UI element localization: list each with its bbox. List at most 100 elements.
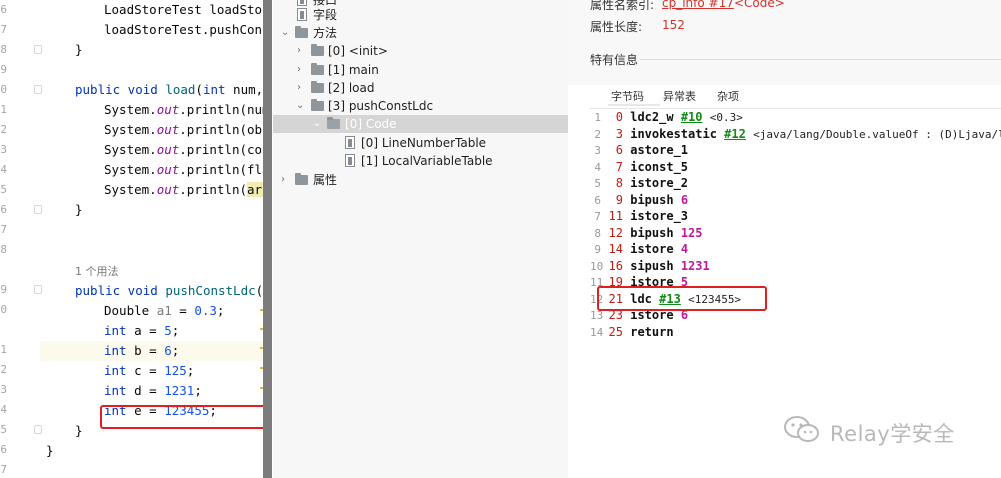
bytecode-row[interactable]: 69 bipush 6 bbox=[590, 192, 688, 209]
tree-item-fields[interactable]: 字段 bbox=[273, 6, 568, 24]
folder-icon bbox=[327, 117, 340, 129]
bytecode-line-number: 2 bbox=[594, 127, 601, 141]
tree-item-method-load[interactable]: › [2] load bbox=[273, 79, 568, 97]
line-number: 7 bbox=[0, 23, 7, 36]
line-number: 5 bbox=[0, 423, 7, 436]
chevron-down-icon[interactable]: ⌄ bbox=[296, 97, 304, 115]
bytecode-row[interactable]: 1 0 ldc2_w #10 <0.3> bbox=[590, 109, 743, 126]
chevron-right-icon[interactable]: › bbox=[297, 61, 301, 79]
fold-icon[interactable] bbox=[34, 85, 42, 94]
folder-icon bbox=[311, 99, 324, 111]
code-line: int d = 1231; bbox=[104, 383, 202, 398]
highlight-box-ldc bbox=[597, 286, 767, 311]
fold-icon[interactable] bbox=[34, 285, 42, 294]
bytecode-offset: 0 bbox=[615, 110, 623, 124]
length-value: 152 bbox=[662, 18, 685, 32]
bytecode-opcode: invokestatic bbox=[630, 126, 717, 141]
line-number: 3 bbox=[0, 143, 7, 156]
tree-item-attributes[interactable]: › 属性 bbox=[273, 171, 568, 189]
name-index-link[interactable]: cp_info #17 bbox=[662, 0, 734, 10]
chevron-down-icon[interactable]: ⌄ bbox=[313, 115, 321, 133]
line-number: 9 bbox=[0, 63, 7, 76]
operand-value: 125 bbox=[680, 225, 703, 240]
bytecode-line-number: 5 bbox=[594, 177, 601, 190]
line-number: 8 bbox=[0, 243, 7, 256]
name-index-label: 属性名索引: bbox=[590, 0, 655, 12]
code-line: System.out.println(flag bbox=[104, 162, 272, 177]
code-line: LoadStoreTest loadStore bbox=[104, 2, 272, 17]
class-structure-tree[interactable]: 接口 字段 ⌄ 方法 › [0] <init> › [1] main › [2]… bbox=[273, 0, 568, 478]
bytecode-row[interactable]: 10 16 sipush 1231 bbox=[590, 258, 710, 275]
editor-scrollbar[interactable] bbox=[263, 0, 272, 478]
operand-value: 4 bbox=[680, 242, 689, 256]
line-number: 0 bbox=[0, 83, 7, 96]
line-number: 0 bbox=[0, 303, 7, 316]
tab-bytecode[interactable]: 字节码 bbox=[611, 88, 644, 104]
constant-value: <0.3> bbox=[709, 111, 743, 124]
bytecode-offset: 16 bbox=[608, 258, 623, 273]
bytecode-offset: 12 bbox=[608, 225, 623, 240]
chevron-right-icon[interactable]: › bbox=[281, 171, 285, 189]
line-number: 7 bbox=[0, 463, 7, 476]
watermark: Relay学安全 bbox=[782, 414, 992, 450]
constant-value: <java/lang/Double.valueOf : (D)Ljava/l bbox=[753, 127, 1001, 141]
line-number: 2 bbox=[0, 363, 7, 376]
bytecode-row[interactable]: 47 iconst_5 bbox=[590, 159, 688, 176]
code-editor[interactable]: 6 7 8 9 0 1 2 3 4 5 6 7 8 9 0 1 2 3 4 5 … bbox=[0, 0, 272, 478]
operand-value: 6 bbox=[680, 192, 689, 207]
attribute-detail-panel: 属性名索引: cp_info #17 <Code> 属性长度: 152 特有信息… bbox=[568, 0, 1001, 478]
tab-misc[interactable]: 杂项 bbox=[717, 88, 739, 104]
bytecode-offset: 11 bbox=[608, 209, 623, 223]
folder-icon bbox=[311, 63, 324, 75]
bytecode-opcode: istore bbox=[630, 242, 674, 256]
code-line: System.out.println(num) bbox=[104, 102, 272, 117]
tree-item-line-number-table[interactable]: [0] LineNumberTable bbox=[273, 134, 568, 152]
bytecode-row[interactable]: 14 25 return bbox=[590, 324, 674, 341]
line-number: 3 bbox=[0, 383, 7, 396]
line-number: 9 bbox=[0, 283, 7, 296]
bytecode-row[interactable]: 7 11 istore_3 bbox=[590, 208, 688, 225]
tree-item-method-main[interactable]: › [1] main bbox=[273, 61, 568, 79]
bytecode-line-number: 8 bbox=[594, 226, 601, 240]
usage-hint[interactable]: 1 个用法 bbox=[75, 261, 119, 281]
chevron-right-icon[interactable]: › bbox=[297, 42, 301, 60]
code-line: } bbox=[75, 202, 83, 217]
operand-value: 1231 bbox=[680, 258, 710, 273]
bytecode-row[interactable]: 23 invokestatic #12 <java/lang/Double.va… bbox=[590, 126, 1001, 143]
constant-pool-link[interactable]: #12 bbox=[724, 127, 746, 141]
tab-exception-table[interactable]: 异常表 bbox=[663, 88, 696, 104]
bytecode-line-number: 3 bbox=[594, 144, 601, 157]
highlight-box-int-e bbox=[100, 405, 266, 429]
bytecode-line-number: 1 bbox=[594, 111, 601, 124]
line-number: 8 bbox=[0, 43, 7, 56]
editor-gutter: 6 7 8 9 0 1 2 3 4 5 6 7 8 9 0 1 2 3 4 5 … bbox=[0, 0, 42, 478]
code-line: } bbox=[75, 423, 83, 438]
tree-item-code[interactable]: ⌄ [0] Code bbox=[273, 115, 568, 133]
bytecode-opcode: bipush bbox=[630, 225, 674, 240]
bytecode-row[interactable]: 3 6 astore_1 bbox=[590, 142, 688, 159]
bytecode-offset: 14 bbox=[608, 242, 623, 256]
bytecode-opcode: return bbox=[630, 324, 674, 339]
fold-icon[interactable] bbox=[34, 425, 42, 434]
bytecode-opcode: iconst_5 bbox=[630, 159, 689, 174]
fold-icon[interactable] bbox=[34, 45, 42, 54]
folder-icon bbox=[311, 81, 324, 93]
method-signature-pushconstldc: public void pushConstLdc(){ bbox=[75, 283, 272, 298]
folder-icon bbox=[311, 44, 324, 56]
tree-item-method-pushconstldc[interactable]: ⌄ [3] pushConstLdc bbox=[273, 97, 568, 115]
bytecode-line-number: 10 bbox=[590, 259, 604, 273]
chevron-down-icon[interactable]: ⌄ bbox=[281, 24, 289, 42]
tree-item-local-variable-table[interactable]: [1] LocalVariableTable bbox=[273, 152, 568, 170]
name-index-value: <Code> bbox=[734, 0, 785, 10]
constant-pool-link[interactable]: #10 bbox=[681, 110, 703, 124]
line-number: 1 bbox=[0, 103, 7, 116]
tree-item-methods[interactable]: ⌄ 方法 bbox=[273, 24, 568, 42]
bytecode-row[interactable]: 9 14 istore 4 bbox=[590, 241, 688, 258]
bytecode-row[interactable]: 8 12 bipush 125 bbox=[590, 225, 703, 242]
line-number: 4 bbox=[0, 403, 7, 416]
tree-item-method-init[interactable]: › [0] <init> bbox=[273, 42, 568, 60]
code-line: } bbox=[46, 443, 54, 458]
chevron-right-icon[interactable]: › bbox=[297, 79, 301, 97]
fold-icon[interactable] bbox=[34, 205, 42, 214]
bytecode-row[interactable]: 5 8 istore_2 bbox=[590, 175, 688, 192]
